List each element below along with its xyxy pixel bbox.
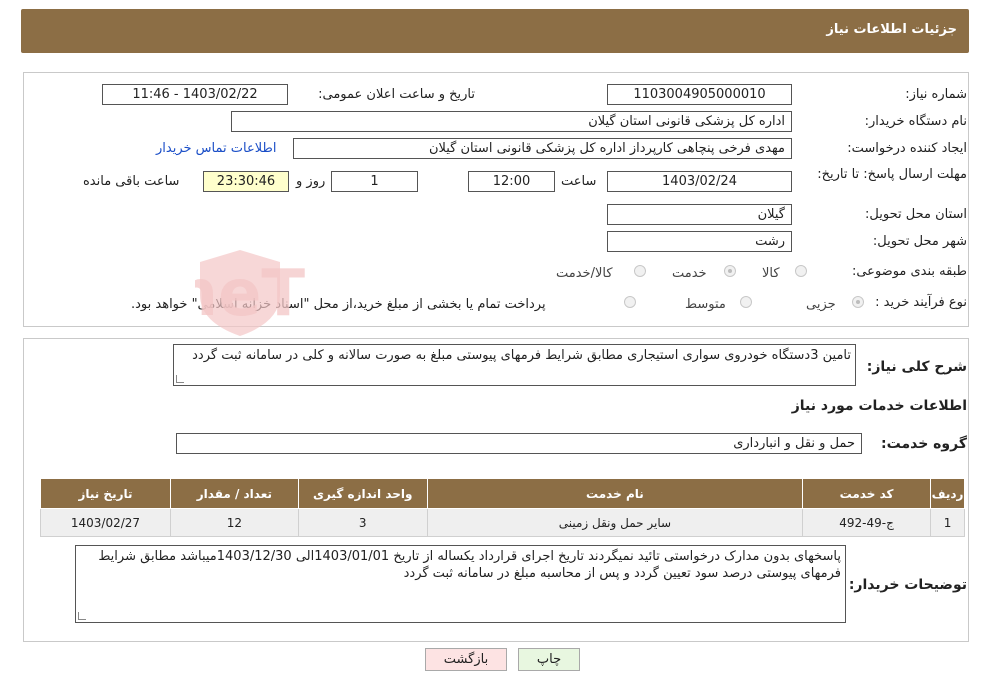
remaining-time-field: 23:30:46 (203, 171, 289, 192)
summary-text: تامین 3دستگاه خودروی سواری استیجاری مطاب… (192, 348, 851, 363)
buyer-org-field: اداره کل پزشکی قانونی استان گیلان (231, 111, 792, 132)
cell-quantity: 12 (169, 508, 299, 537)
deadline-time-label: ساعت (561, 174, 597, 189)
service-group-label: گروه خدمت: (881, 436, 967, 452)
deadline-label: مهلت ارسال پاسخ: تا تاریخ: (817, 167, 967, 182)
col-date: تاریخ نیاز (40, 478, 171, 509)
days-label: روز و (296, 174, 326, 189)
service-group-field: حمل و نقل و انبارداری (176, 433, 862, 454)
creator-field: مهدی فرخی پنچاهی کارپرداز اداره کل پزشکی… (293, 138, 792, 159)
col-unit: واحد اندازه گیری (297, 478, 428, 509)
creator-label: ایجاد کننده درخواست: (847, 141, 967, 156)
buyer-contact-link[interactable]: اطلاعات تماس خریدار (156, 141, 276, 156)
deadline-time-field: 12:00 (468, 171, 555, 192)
buyer-org-label: نام دستگاه خریدار: (864, 114, 967, 129)
services-section-title: اطلاعات خدمات مورد نیاز (791, 398, 967, 414)
announce-label: تاریخ و ساعت اعلان عمومی: (318, 87, 475, 102)
cell-name: سایر حمل ونقل زمینی (426, 508, 804, 537)
col-row: ردیف (930, 478, 965, 509)
col-quantity: تعداد / مقدار (169, 478, 299, 509)
remaining-label: ساعت باقی مانده (83, 174, 180, 189)
col-code: کد خدمت (802, 478, 932, 509)
page-title: جزئیات اطلاعات نیاز (826, 22, 957, 37)
need-number-label: شماره نیاز: (905, 87, 967, 102)
category-radio-goods[interactable] (795, 265, 807, 277)
back-button[interactable]: بازگشت (425, 648, 507, 671)
summary-textarea: تامین 3دستگاه خودروی سواری استیجاری مطاب… (173, 344, 856, 386)
purchase-type-label: نوع فرآیند خرید : (875, 295, 967, 310)
purchase-option-minor: جزیی (806, 297, 836, 312)
summary-label: شرح کلی نیاز: (866, 359, 967, 375)
category-option-service: خدمت (672, 266, 707, 281)
purchase-option-medium: متوسط (685, 297, 726, 312)
cell-unit: 3 (297, 508, 428, 537)
notes-resize-handle-icon[interactable] (78, 612, 86, 620)
buyer-notes-textarea: پاسخهای بدون مدارک درخواستی تائید نمیگرد… (75, 545, 846, 623)
days-field: 1 (331, 171, 418, 192)
purchase-radio-medium[interactable] (740, 296, 752, 308)
province-label: استان محل تحویل: (865, 207, 967, 222)
cell-code: ج-49-492 (802, 508, 932, 537)
category-option-goods: کالا (762, 266, 780, 281)
province-field: گیلان (607, 204, 792, 225)
purchase-radio-minor[interactable] (852, 296, 864, 308)
resize-handle-icon[interactable] (176, 375, 184, 383)
table-row: 1 ج-49-492 سایر حمل ونقل زمینی 3 12 1403… (40, 508, 965, 537)
table-header-row: ردیف کد خدمت نام خدمت واحد اندازه گیری ت… (40, 478, 965, 509)
payment-treasury-checkbox[interactable] (624, 296, 636, 308)
announce-field: 1403/02/22 - 11:46 (102, 84, 288, 105)
col-name: نام خدمت (426, 478, 804, 509)
deadline-date-field: 1403/02/24 (607, 171, 792, 192)
cell-row: 1 (930, 508, 965, 537)
need-number-field: 1103004905000010 (607, 84, 792, 105)
category-label: طبقه بندی موضوعی: (851, 264, 967, 279)
cell-date: 1403/02/27 (40, 508, 171, 537)
category-option-both: کالا/خدمت (556, 266, 613, 281)
category-radio-service[interactable] (724, 265, 736, 277)
payment-note: پرداخت تمام یا بخشی از مبلغ خرید،از محل … (131, 297, 546, 312)
buyer-notes-label: توضیحات خریدار: (848, 577, 967, 593)
city-label: شهر محل تحویل: (872, 234, 967, 249)
category-radio-both[interactable] (634, 265, 646, 277)
city-field: رشت (607, 231, 792, 252)
print-button[interactable]: چاپ (518, 648, 580, 671)
services-table: ردیف کد خدمت نام خدمت واحد اندازه گیری ت… (40, 478, 965, 537)
page-header: جزئیات اطلاعات نیاز (21, 9, 969, 53)
buyer-notes-text: پاسخهای بدون مدارک درخواستی تائید نمیگرد… (98, 549, 841, 581)
